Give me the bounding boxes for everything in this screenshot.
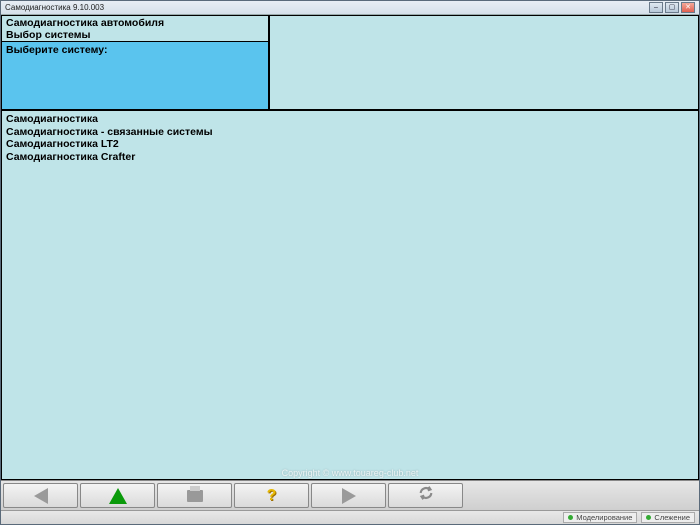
arrow-left-icon xyxy=(34,488,48,504)
toolbar: ? xyxy=(1,480,699,510)
info-panel xyxy=(269,15,699,110)
forward-button[interactable] xyxy=(311,483,386,508)
status-segment-1: Моделирование xyxy=(563,512,637,523)
up-button[interactable] xyxy=(80,483,155,508)
print-button[interactable] xyxy=(157,483,232,508)
status-dot-icon xyxy=(568,515,573,520)
minimize-button[interactable]: – xyxy=(649,2,663,13)
header-line1: Самодиагностика автомобиля xyxy=(6,17,264,29)
system-list: Самодиагностика Самодиагностика - связан… xyxy=(2,111,698,165)
list-item[interactable]: Самодиагностика - связанные системы xyxy=(6,126,694,139)
refresh-icon xyxy=(417,485,435,506)
prompt-box: Выберите систему: xyxy=(1,41,269,110)
list-item[interactable]: Самодиагностика LT2 xyxy=(6,138,694,151)
help-button[interactable]: ? xyxy=(234,483,309,508)
prompt-text: Выберите систему: xyxy=(6,44,107,56)
header-panel: Самодиагностика автомобиля Выбор системы… xyxy=(1,15,269,110)
maximize-button[interactable]: ▢ xyxy=(665,2,679,13)
titlebar: Самодиагностика 9.10.003 – ▢ ✕ xyxy=(1,1,699,15)
status-text-2: Слежение xyxy=(654,513,690,522)
window-title: Самодиагностика 9.10.003 xyxy=(5,3,649,12)
printer-icon xyxy=(187,490,203,502)
close-button[interactable]: ✕ xyxy=(681,2,695,13)
system-list-panel: Самодиагностика Самодиагностика - связан… xyxy=(1,110,699,480)
status-text-1: Моделирование xyxy=(576,513,632,522)
upper-panels: Самодиагностика автомобиля Выбор системы… xyxy=(1,15,699,110)
client-area: Самодиагностика автомобиля Выбор системы… xyxy=(1,15,699,480)
statusbar: Моделирование Слежение xyxy=(1,510,699,524)
list-item[interactable]: Самодиагностика xyxy=(6,113,694,126)
window-buttons: – ▢ ✕ xyxy=(649,2,695,13)
app-window: Самодиагностика 9.10.003 – ▢ ✕ Самодиагн… xyxy=(0,0,700,525)
question-icon: ? xyxy=(267,487,277,505)
arrow-right-icon xyxy=(342,488,356,504)
status-dot-icon xyxy=(646,515,651,520)
list-item[interactable]: Самодиагностика Crafter xyxy=(6,151,694,164)
header-line2: Выбор системы xyxy=(6,29,264,41)
info-box xyxy=(269,15,699,110)
back-button[interactable] xyxy=(3,483,78,508)
status-segment-2: Слежение xyxy=(641,512,695,523)
header-box: Самодиагностика автомобиля Выбор системы xyxy=(1,15,269,41)
arrow-up-icon xyxy=(109,488,127,504)
refresh-button[interactable] xyxy=(388,483,463,508)
